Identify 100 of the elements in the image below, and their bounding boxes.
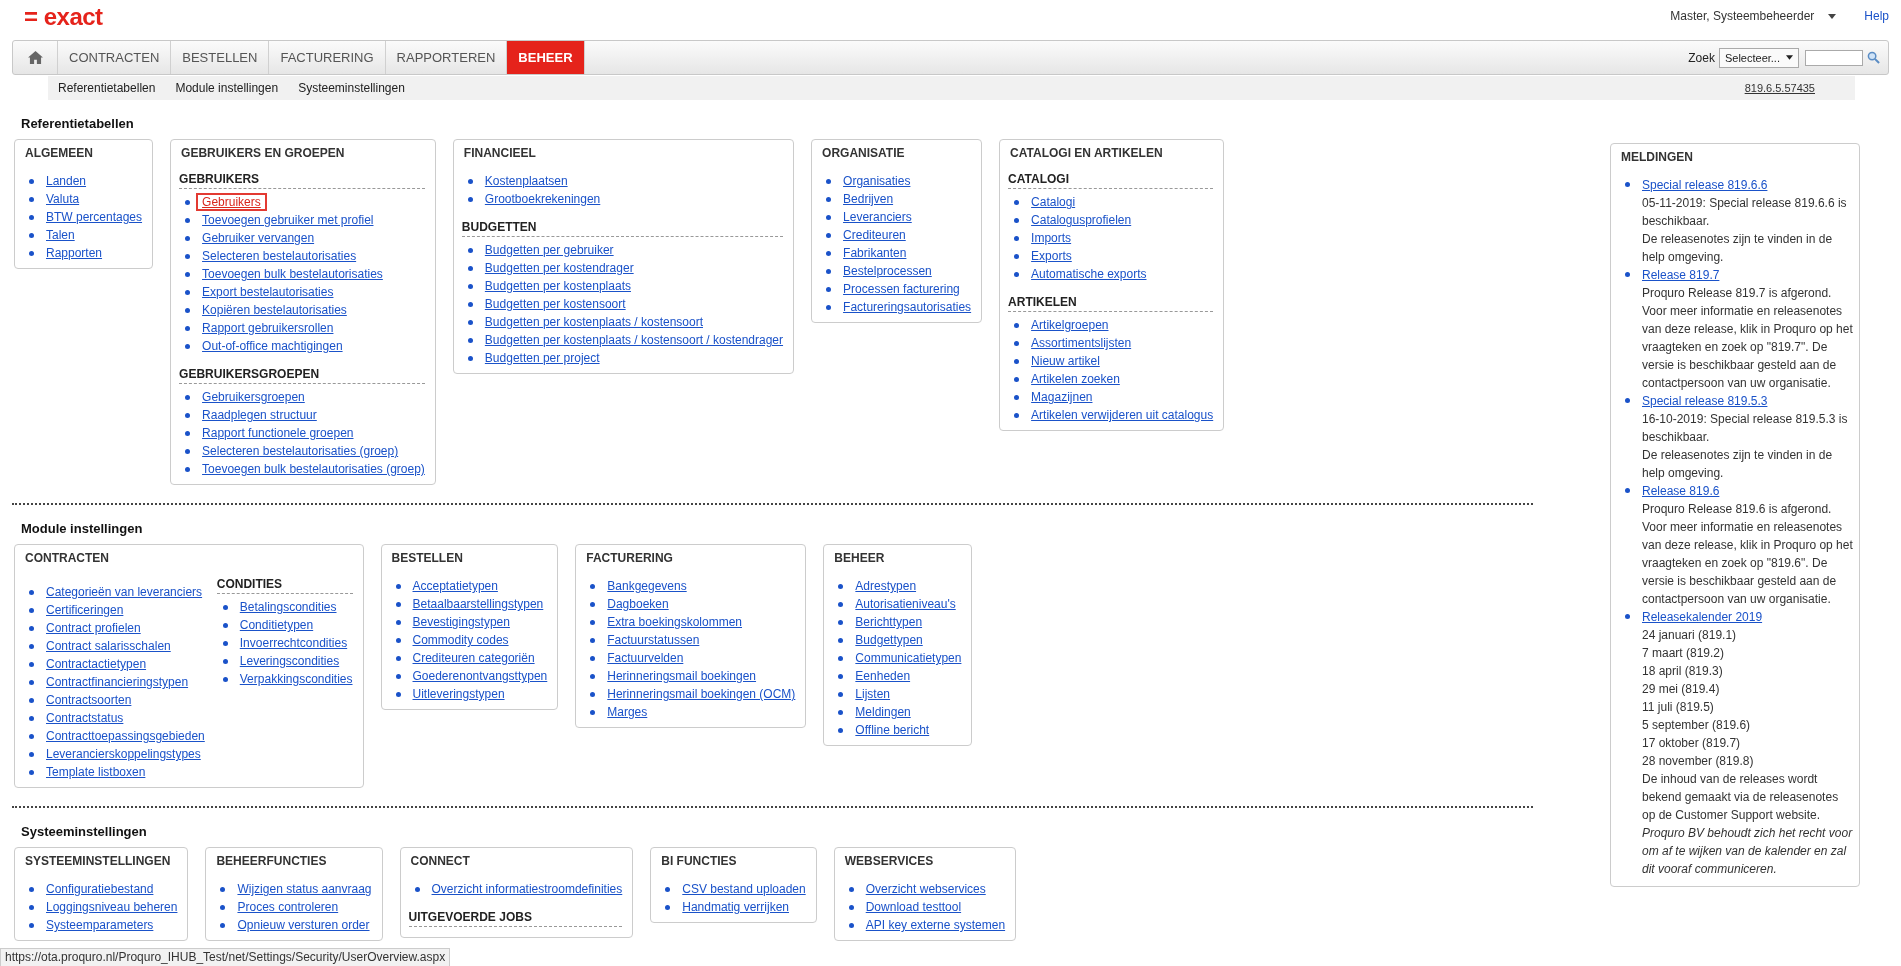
settings-link[interactable]: Automatische exports [1031,267,1147,281]
sub-navigation-link[interactable]: Systeeminstellingen [298,81,405,95]
settings-link[interactable]: Nieuw artikel [1031,354,1100,368]
settings-link[interactable]: Download testtool [865,900,962,914]
settings-link[interactable]: Artikelgroepen [1031,318,1109,332]
settings-link[interactable]: Extra boekingskolommen [607,615,742,629]
settings-link[interactable]: Bevestigingstypen [412,615,510,629]
settings-link[interactable]: Leveranciers [843,210,912,224]
settings-link[interactable]: Goederenontvangsttypen [412,669,548,683]
settings-link[interactable]: Adrestypen [855,579,917,593]
settings-link[interactable]: Grootboekrekeningen [484,192,601,206]
home-icon[interactable] [27,51,43,64]
settings-link[interactable]: Berichttypen [855,615,923,629]
search-field[interactable] [1805,49,1863,66]
settings-link[interactable]: Communicatietypen [855,651,962,665]
settings-link[interactable]: Bankgegevens [607,579,687,593]
settings-link[interactable]: Valuta [46,192,80,206]
settings-link[interactable]: Factuurvelden [607,651,684,665]
settings-link[interactable]: Selecteren bestelautorisaties [202,249,357,263]
settings-link[interactable]: Lijsten [855,687,891,701]
search-icon[interactable] [1867,51,1880,64]
settings-link[interactable]: Leverancierskoppelingstypes [46,747,201,761]
settings-link[interactable]: Contract salarisschalen [46,639,171,653]
settings-link[interactable]: Assortimentslijsten [1031,336,1132,350]
settings-link[interactable]: Crediteuren categoriën [412,651,535,665]
nav-tab[interactable]: BESTELLEN [171,41,270,74]
settings-link[interactable]: Rapporten [46,246,103,260]
settings-link[interactable]: Gebruikers [196,193,267,211]
settings-link[interactable]: Selecteren bestelautorisaties (groep) [202,444,399,458]
settings-link[interactable]: Out-of-office machtigingen [202,339,343,353]
settings-link[interactable]: Bedrijven [843,192,894,206]
settings-link[interactable]: Betalingscondities [239,600,337,614]
caret-icon[interactable] [1828,13,1837,19]
settings-link[interactable]: Overzicht webservices [865,882,986,896]
settings-link[interactable]: Rapport functionele groepen [202,426,354,440]
settings-link[interactable]: Budgettypen [855,633,923,647]
settings-link[interactable]: Template listboxen [46,765,146,779]
settings-link[interactable]: Overzicht informatiestroomdefinities [431,882,623,896]
settings-link[interactable]: Contractactietypen [46,657,147,671]
settings-link[interactable]: Budgetten per kostenplaats / kostensoort [484,315,703,329]
settings-link[interactable]: Budgetten per kostensoort [484,297,626,311]
settings-link[interactable]: Contractstatus [46,711,124,725]
settings-link[interactable]: Catalogusprofielen [1031,213,1132,227]
settings-link[interactable]: Dagboeken [607,597,669,611]
settings-link[interactable]: Eenheden [855,669,911,683]
settings-link[interactable]: Systeemparameters [46,918,154,932]
settings-link[interactable]: Configuratiebestand [46,882,154,896]
nav-tab[interactable]: FACTURERING [269,41,386,74]
sub-navigation-link[interactable]: Module instellingen [175,81,279,95]
settings-link[interactable]: Opnieuw versturen order [237,918,370,932]
settings-link[interactable]: Rapport gebruikersrollen [202,321,334,335]
settings-link[interactable]: Gebruikersgroepen [202,390,305,404]
settings-link[interactable]: Kostenplaatsen [484,174,568,188]
settings-link[interactable]: Factuurstatussen [607,633,700,647]
settings-link[interactable]: Proces controleren [237,900,339,914]
settings-link[interactable]: Certificeringen [46,603,124,617]
settings-link[interactable]: Artikelen zoeken [1031,372,1120,386]
settings-link[interactable]: Verpakkingscondities [239,672,353,686]
search-scope-dropdown[interactable]: Selecteer... [1718,47,1799,68]
settings-link[interactable]: Bestelprocessen [843,264,932,278]
version-link[interactable]: 819.6.5.57435 [1744,82,1815,94]
settings-link[interactable]: Acceptatietypen [412,579,498,593]
settings-link[interactable]: Wijzigen status aanvraag [237,882,372,896]
notification-link[interactable]: Special release 819.6.6 [1642,176,1768,194]
settings-link[interactable]: Organisaties [843,174,911,188]
settings-link[interactable]: Meldingen [855,705,911,719]
settings-link[interactable]: Export bestelautorisaties [202,285,334,299]
settings-link[interactable]: Catalogi [1031,195,1076,209]
settings-link[interactable]: Uitleveringstypen [412,687,505,701]
settings-link[interactable]: Exports [1031,249,1072,263]
settings-link[interactable]: Offline bericht [855,723,930,737]
notification-link[interactable]: Release 819.7 [1642,266,1720,284]
notification-link[interactable]: Special release 819.5.3 [1642,392,1768,410]
settings-link[interactable]: Autorisatieniveau's [855,597,956,611]
user-menu[interactable]: Master, Systeembeheerder [1670,9,1815,23]
settings-link[interactable]: Processen facturering [843,282,960,296]
settings-link[interactable]: Budgetten per kostenplaats [484,279,631,293]
settings-link[interactable]: Factureringsautorisaties [843,300,972,314]
settings-link[interactable]: BTW percentages [46,210,143,224]
settings-link[interactable]: Commodity codes [412,633,509,647]
settings-link[interactable]: Loggingsniveau beheren [46,900,178,914]
settings-link[interactable]: Herinneringsmail boekingen (OCM) [607,687,796,701]
settings-link[interactable]: Herinneringsmail boekingen [607,669,757,683]
settings-link[interactable]: API key externe systemen [865,918,1006,932]
settings-link[interactable]: Crediteuren [843,228,906,242]
settings-link[interactable]: Invoerrechtcondities [239,636,348,650]
settings-link[interactable]: Handmatig verrijken [682,900,789,914]
settings-link[interactable]: Imports [1031,231,1072,245]
settings-link[interactable]: Budgetten per project [484,351,600,365]
settings-link[interactable]: Contractsoorten [46,693,132,707]
settings-link[interactable]: Betaalbaarstellingstypen [412,597,544,611]
settings-link[interactable]: Toevoegen bulk bestelautorisaties (groep) [202,462,425,476]
settings-link[interactable]: Leveringscondities [239,654,340,668]
settings-link[interactable]: Budgetten per kostenplaats / kostensoort / kostendrager [484,333,784,347]
settings-link[interactable]: Toevoegen bulk bestelautorisaties [202,267,383,281]
notification-link[interactable]: Release 819.6 [1642,482,1720,500]
settings-link[interactable]: Talen [46,228,75,242]
settings-link[interactable]: Budgetten per kostendrager [484,261,634,275]
settings-link[interactable]: Marges [607,705,648,719]
settings-link[interactable]: Kopiëren bestelautorisaties [202,303,347,317]
